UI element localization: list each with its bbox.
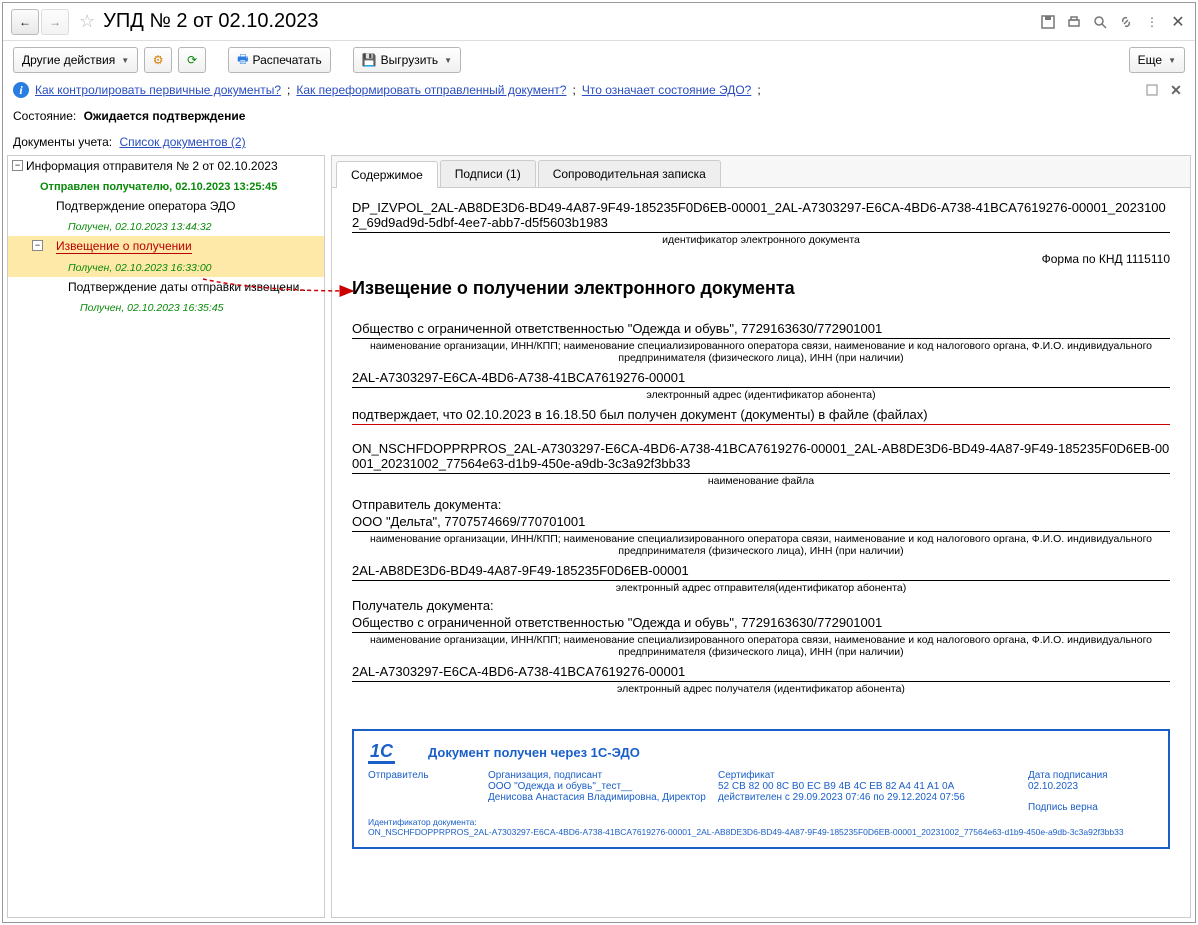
tree-item-date-confirm-status: Получен, 02.10.2023 16:35:45: [8, 297, 324, 317]
arrow-left-icon: ←: [19, 15, 31, 29]
nav-forward-button[interactable]: →: [41, 9, 69, 35]
star-icon[interactable]: ☆: [79, 11, 95, 32]
content-panel: Содержимое Подписи (1) Сопроводительная …: [331, 155, 1191, 918]
help-link-reform[interactable]: Как переформировать отправленный докумен…: [296, 83, 566, 97]
toolbar: Другие действия▼ ⚙ ⟳ 🖶Распечатать 💾Выгру…: [3, 41, 1195, 79]
status-bar: Состояние: Ожидается подтверждение: [3, 105, 1195, 127]
doc-receiver: Общество с ограниченной ответственностью…: [352, 613, 1170, 633]
docs-list-link[interactable]: Список документов (2): [119, 135, 245, 149]
help-link-control[interactable]: Как контролировать первичные документы?: [35, 83, 281, 97]
chevron-down-icon: ▼: [444, 56, 452, 65]
close-icon[interactable]: ✕: [1169, 13, 1187, 31]
doc-form: Форма по КНД 1115110: [352, 250, 1170, 268]
arrow-right-icon: →: [49, 15, 61, 29]
doc-receiver-label: Получатель документа:: [352, 598, 1170, 613]
collapse-icon[interactable]: −: [12, 160, 23, 171]
app-window: ← → ☆ УПД № 2 от 02.10.2023 ⋮ ✕ Другие д…: [2, 2, 1196, 923]
disk-icon: 💾: [362, 53, 377, 67]
document-viewer[interactable]: DP_IZVPOL_2AL-AB8DE3D6-BD49-4A87-9F49-18…: [332, 188, 1190, 917]
tree-item-receipt-notice[interactable]: − Извещение о получении: [8, 236, 324, 257]
docs-label: Документы учета:: [13, 135, 112, 149]
tree-item-date-confirm[interactable]: Подтверждение даты отправки извещени...: [8, 277, 324, 297]
sig-cert-value: 52 CB 82 00 8C B0 EC B9 4B 4C EB 82 A4 4…: [718, 781, 1018, 803]
info-icon: i: [13, 82, 29, 98]
tree-item-operator-confirm[interactable]: Подтверждение оператора ЭДО: [8, 196, 324, 216]
doc-addr1-caption: электронный адрес (идентификатор абонент…: [352, 388, 1170, 405]
tree-panel: − Информация отправителя № 2 от 02.10.20…: [7, 155, 325, 918]
doc-addr1: 2AL-A7303297-E6CA-4BD6-A738-41BCA7619276…: [352, 368, 1170, 388]
preview-icon[interactable]: [1091, 13, 1109, 31]
collapse-icon[interactable]: −: [32, 240, 43, 251]
nav-back-button[interactable]: ←: [11, 9, 39, 35]
sig-id-label: Идентификатор документа:: [368, 817, 1154, 827]
doc-receiver-addr: 2AL-A7303297-E6CA-4BD6-A738-41BCA7619276…: [352, 662, 1170, 682]
refresh-icon: ⟳: [187, 53, 197, 67]
chevron-down-icon: ▼: [121, 56, 129, 65]
tab-signatures[interactable]: Подписи (1): [440, 160, 536, 187]
doc-confirm: подтверждает, что 02.10.2023 в 16.18.50 …: [352, 405, 1170, 425]
doc-id-caption: идентификатор электронного документа: [352, 233, 1170, 250]
other-actions-button[interactable]: Другие действия▼: [13, 47, 138, 73]
tree-icon: ⚙: [153, 53, 164, 67]
signature-box: 1C Документ получен через 1С-ЭДО Отправи…: [352, 729, 1170, 849]
sig-org-label: Организация, подписант: [488, 770, 708, 781]
tabs: Содержимое Подписи (1) Сопроводительная …: [332, 156, 1190, 188]
doc-sender: ООО "Дельта", 7707574669/770701001: [352, 512, 1170, 532]
doc-sender-caption: наименование организации, ИНН/КПП; наиме…: [352, 532, 1170, 561]
printer-icon: 🖶: [237, 50, 248, 71]
tree-item-receipt-notice-status: Получен, 02.10.2023 16:33:00: [8, 257, 324, 277]
titlebar: ← → ☆ УПД № 2 от 02.10.2023 ⋮ ✕: [3, 3, 1195, 41]
save-icon[interactable]: [1039, 13, 1057, 31]
tab-content[interactable]: Содержимое: [336, 161, 438, 188]
export-button[interactable]: 💾Выгрузить▼: [353, 47, 461, 73]
tab-note[interactable]: Сопроводительная записка: [538, 160, 721, 187]
refresh-button[interactable]: ⟳: [178, 47, 206, 73]
doc-receiver-caption: наименование организации, ИНН/КПП; наиме…: [352, 633, 1170, 662]
tree-root[interactable]: − Информация отправителя № 2 от 02.10.20…: [8, 156, 324, 176]
doc-file: ON_NSCHFDOPPRPROS_2AL-A7303297-E6CA-4BD6…: [352, 439, 1170, 474]
infobar: i Как контролировать первичные документы…: [3, 79, 1195, 105]
sig-title: Документ получен через 1С-ЭДО: [428, 741, 640, 760]
help-link-edo-state[interactable]: Что означает состояние ЭДО?: [582, 83, 752, 97]
doc-sender-addr: 2AL-AB8DE3D6-BD49-4A87-9F49-185235F0D6EB…: [352, 561, 1170, 581]
sig-id-value: ON_NSCHFDOPPRPROS_2AL-A7303297-E6CA-4BD6…: [368, 827, 1154, 837]
doc-sender-label: Отправитель документа:: [352, 491, 1170, 512]
status-label: Состояние:: [13, 109, 76, 123]
doc-file-caption: наименование файла: [352, 474, 1170, 491]
more-vert-icon[interactable]: ⋮: [1143, 13, 1161, 31]
docs-line: Документы учета: Список документов (2): [3, 127, 1195, 155]
org-structure-button[interactable]: ⚙: [144, 47, 172, 73]
tree-item-operator-confirm-status: Получен, 02.10.2023 13:44:32: [8, 216, 324, 236]
main-area: − Информация отправителя № 2 от 02.10.20…: [3, 155, 1195, 922]
doc-org1-caption: наименование организации, ИНН/КПП; наиме…: [352, 339, 1170, 368]
chevron-down-icon: ▼: [1168, 56, 1176, 65]
doc-sender-addr-caption: электронный адрес отправителя(идентифика…: [352, 581, 1170, 598]
note-icon[interactable]: [1143, 81, 1161, 99]
link-icon[interactable]: [1117, 13, 1135, 31]
sig-sender-label: Отправитель: [368, 770, 478, 813]
more-button[interactable]: Еще▼: [1129, 47, 1185, 73]
sig-date-value: 02.10.2023: [1028, 781, 1154, 792]
sig-org-value: ООО "Одежда и обувь"_тест__ Денисова Ана…: [488, 781, 708, 803]
tree-sent-status: Отправлен получателю, 02.10.2023 13:25:4…: [8, 176, 324, 196]
page-title: УПД № 2 от 02.10.2023: [103, 10, 318, 33]
print-icon[interactable]: [1065, 13, 1083, 31]
status-value: Ожидается подтверждение: [84, 109, 246, 123]
doc-receiver-addr-caption: электронный адрес получателя (идентифика…: [352, 682, 1170, 699]
1c-logo: 1C: [368, 741, 428, 762]
print-button[interactable]: 🖶Распечатать: [228, 47, 331, 73]
sig-status: Подпись верна: [1028, 802, 1154, 813]
doc-org1: Общество с ограниченной ответственностью…: [352, 319, 1170, 339]
close-info-icon[interactable]: ✕: [1167, 81, 1185, 99]
doc-title: Извещение о получении электронного докум…: [352, 268, 1170, 319]
doc-id: DP_IZVPOL_2AL-AB8DE3D6-BD49-4A87-9F49-18…: [352, 198, 1170, 233]
sig-date-label: Дата подписания: [1028, 770, 1154, 781]
sig-cert-label: Сертификат: [718, 770, 1018, 781]
